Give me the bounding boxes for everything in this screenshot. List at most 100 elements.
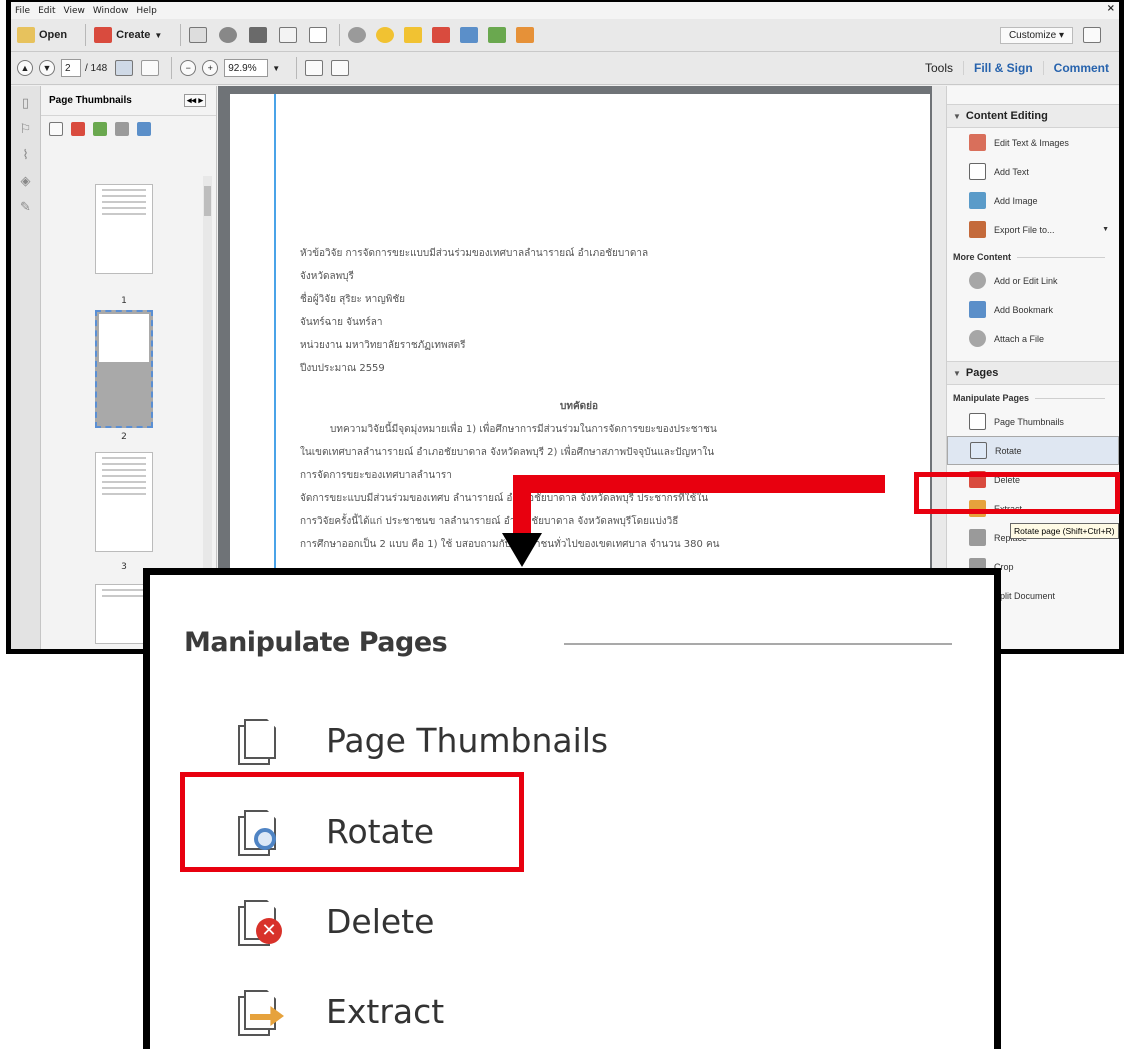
highlight-icon[interactable] — [404, 27, 423, 43]
document-scrollbar[interactable] — [932, 86, 946, 649]
hand-tool-icon[interactable] — [141, 60, 160, 76]
redo-icon[interactable] — [115, 122, 129, 136]
cloud-icon[interactable] — [219, 27, 238, 43]
add-image-icon — [969, 192, 986, 209]
menu-help[interactable]: Help — [136, 6, 157, 16]
doc-line: ชื่อผู้วิจัย สุริยะ หาญพิชัย — [300, 294, 406, 305]
menu-file[interactable]: File — [15, 6, 30, 16]
doc-line: จันทร์ฉาย จันทร์ลา — [300, 317, 383, 328]
print-icon[interactable] — [249, 27, 268, 43]
doc-line: จัดการขยะแบบมีส่วนร่วมของเทศบ ลำนารายณ์ … — [300, 493, 709, 504]
select-tool-icon[interactable] — [115, 60, 134, 76]
zoom-annotation-highlight-box — [180, 772, 524, 872]
toolbar-divider — [171, 57, 173, 79]
create-button[interactable]: Create ▼ — [94, 27, 162, 43]
chevron-down-icon: ▼ — [1102, 226, 1109, 233]
email-icon[interactable] — [309, 27, 328, 43]
full-screen-icon[interactable] — [331, 60, 350, 76]
options-icon[interactable] — [49, 122, 63, 136]
close-icon[interactable]: × — [1107, 3, 1115, 14]
replace-page-icon — [969, 529, 986, 546]
doc-line: ในเขตเทศบาลลำนารายณ์ อำเภอชัยบาดาล จังหว… — [300, 447, 715, 458]
zoom-select[interactable]: 92.9% — [224, 59, 269, 77]
page-thumbnails-panel: Page Thumbnails ◂◂ ▸ 1 2 3 — [41, 86, 217, 649]
add-edit-link-tool[interactable]: Add or Edit Link — [947, 266, 1119, 295]
add-text-tool[interactable]: Add Text — [947, 157, 1119, 186]
delete-page-icon[interactable] — [432, 27, 451, 43]
pages-icon[interactable]: ▯ — [18, 96, 34, 112]
next-page-icon[interactable]: ▼ — [39, 60, 55, 76]
scroll-thumb[interactable] — [204, 186, 211, 216]
insert-page-icon[interactable] — [93, 122, 107, 136]
annotation-arrow-stem — [513, 475, 531, 535]
more-content-heading: More Content — [947, 244, 1119, 266]
thumbnails-toolbar — [41, 116, 216, 142]
export-file-tool[interactable]: Export File to... ▼ — [947, 215, 1119, 244]
zoom-heading-rule — [564, 643, 952, 645]
tab-comment[interactable]: Comment — [1042, 61, 1119, 75]
edit-icon[interactable] — [279, 27, 298, 43]
thumbnails-header: Page Thumbnails ◂◂ ▸ — [41, 86, 216, 116]
zoom-extract-item[interactable]: Extract — [236, 981, 444, 1041]
tab-tools[interactable]: Tools — [915, 61, 963, 75]
link-icon — [969, 272, 986, 289]
layers-icon[interactable]: ◈ — [18, 174, 34, 190]
content-editing-header[interactable]: ▼ Content Editing — [947, 104, 1119, 128]
page-total: / 148 — [85, 62, 108, 74]
delete-page-icon[interactable] — [71, 122, 85, 136]
settings-icon[interactable] — [348, 27, 367, 43]
comment-icon[interactable] — [376, 27, 395, 43]
task-tabs: Tools Fill & Sign Comment — [915, 52, 1119, 85]
zoom-page-thumbnails-item[interactable]: Page Thumbnails — [236, 710, 608, 770]
tab-fill-sign[interactable]: Fill & Sign — [962, 61, 1043, 75]
open-button[interactable]: Open — [17, 27, 67, 43]
customize-button[interactable]: Customize ▾ — [999, 26, 1073, 44]
expand-icon[interactable] — [1083, 27, 1101, 43]
expand-triangle-icon: ▼ — [953, 368, 961, 378]
menu-window[interactable]: Window — [93, 6, 129, 16]
zoomed-callout: Manipulate Pages Page Thumbnails Rotate … — [143, 568, 1001, 1049]
page-thumbnail[interactable] — [95, 452, 153, 552]
save-icon[interactable] — [189, 27, 208, 43]
page-number-input[interactable]: 2 — [61, 59, 81, 77]
zoom-out-icon[interactable]: − — [180, 60, 197, 76]
menu-bar: File Edit View Window Help × — [11, 2, 1119, 19]
pages-header[interactable]: ▼ Pages — [947, 361, 1119, 385]
previous-page-icon[interactable]: ▲ — [17, 60, 33, 76]
bookmark-icon[interactable]: ⚐ — [18, 122, 34, 138]
document-view[interactable]: หัวข้อวิจัย การจัดการขยะแบบมีส่วนร่วมของ… — [218, 86, 946, 649]
thumbnail-page-number: 3 — [121, 562, 127, 572]
thumbnail-page-number: 1 — [121, 296, 127, 306]
collapse-panel-icon[interactable]: ◂◂ ▸ — [183, 94, 206, 107]
edit-text-images-tool[interactable]: Edit Text & Images — [947, 128, 1119, 157]
rotate-page-icon[interactable] — [460, 27, 479, 43]
replace-page-icon[interactable] — [516, 27, 535, 43]
thumbnails-title: Page Thumbnails — [49, 95, 132, 106]
signature-icon[interactable]: ✎ — [18, 200, 34, 216]
page-thumbnails-tool[interactable]: Page Thumbnails — [947, 407, 1119, 436]
rotate-icon[interactable] — [137, 122, 151, 136]
add-image-tool[interactable]: Add Image — [947, 186, 1119, 215]
attachment-icon[interactable]: ⌇ — [18, 148, 34, 164]
extract-page-icon[interactable] — [488, 27, 507, 43]
doc-line: หน่วยงาน มหาวิทยาลัยราชภัฏเทพสตรี — [300, 340, 466, 351]
attach-file-tool[interactable]: Attach a File — [947, 324, 1119, 353]
page-thumbnails-icon — [236, 715, 286, 765]
zoom-in-icon[interactable]: + — [202, 60, 219, 76]
page-thumbnail-selected[interactable] — [95, 310, 153, 428]
expand-triangle-icon: ▼ — [953, 111, 961, 121]
acrobat-window: File Edit View Window Help × Open Create… — [6, 0, 1124, 654]
rotate-tooltip: Rotate page (Shift+Ctrl+R) — [1010, 523, 1119, 539]
fit-page-icon[interactable] — [305, 60, 324, 76]
doc-line: จังหวัดลพบุรี — [300, 271, 354, 282]
toolbar-divider — [296, 57, 298, 79]
rotate-tool[interactable]: Rotate — [947, 436, 1119, 465]
zoom-delete-item[interactable]: ✕ Delete — [236, 891, 434, 951]
add-bookmark-tool[interactable]: Add Bookmark — [947, 295, 1119, 324]
menu-view[interactable]: View — [64, 6, 85, 16]
toolbar-divider — [180, 24, 182, 46]
menu-edit[interactable]: Edit — [38, 6, 55, 16]
page-thumbnail[interactable] — [95, 184, 153, 274]
add-text-icon — [969, 163, 986, 180]
chevron-down-icon[interactable]: ▼ — [272, 64, 280, 73]
